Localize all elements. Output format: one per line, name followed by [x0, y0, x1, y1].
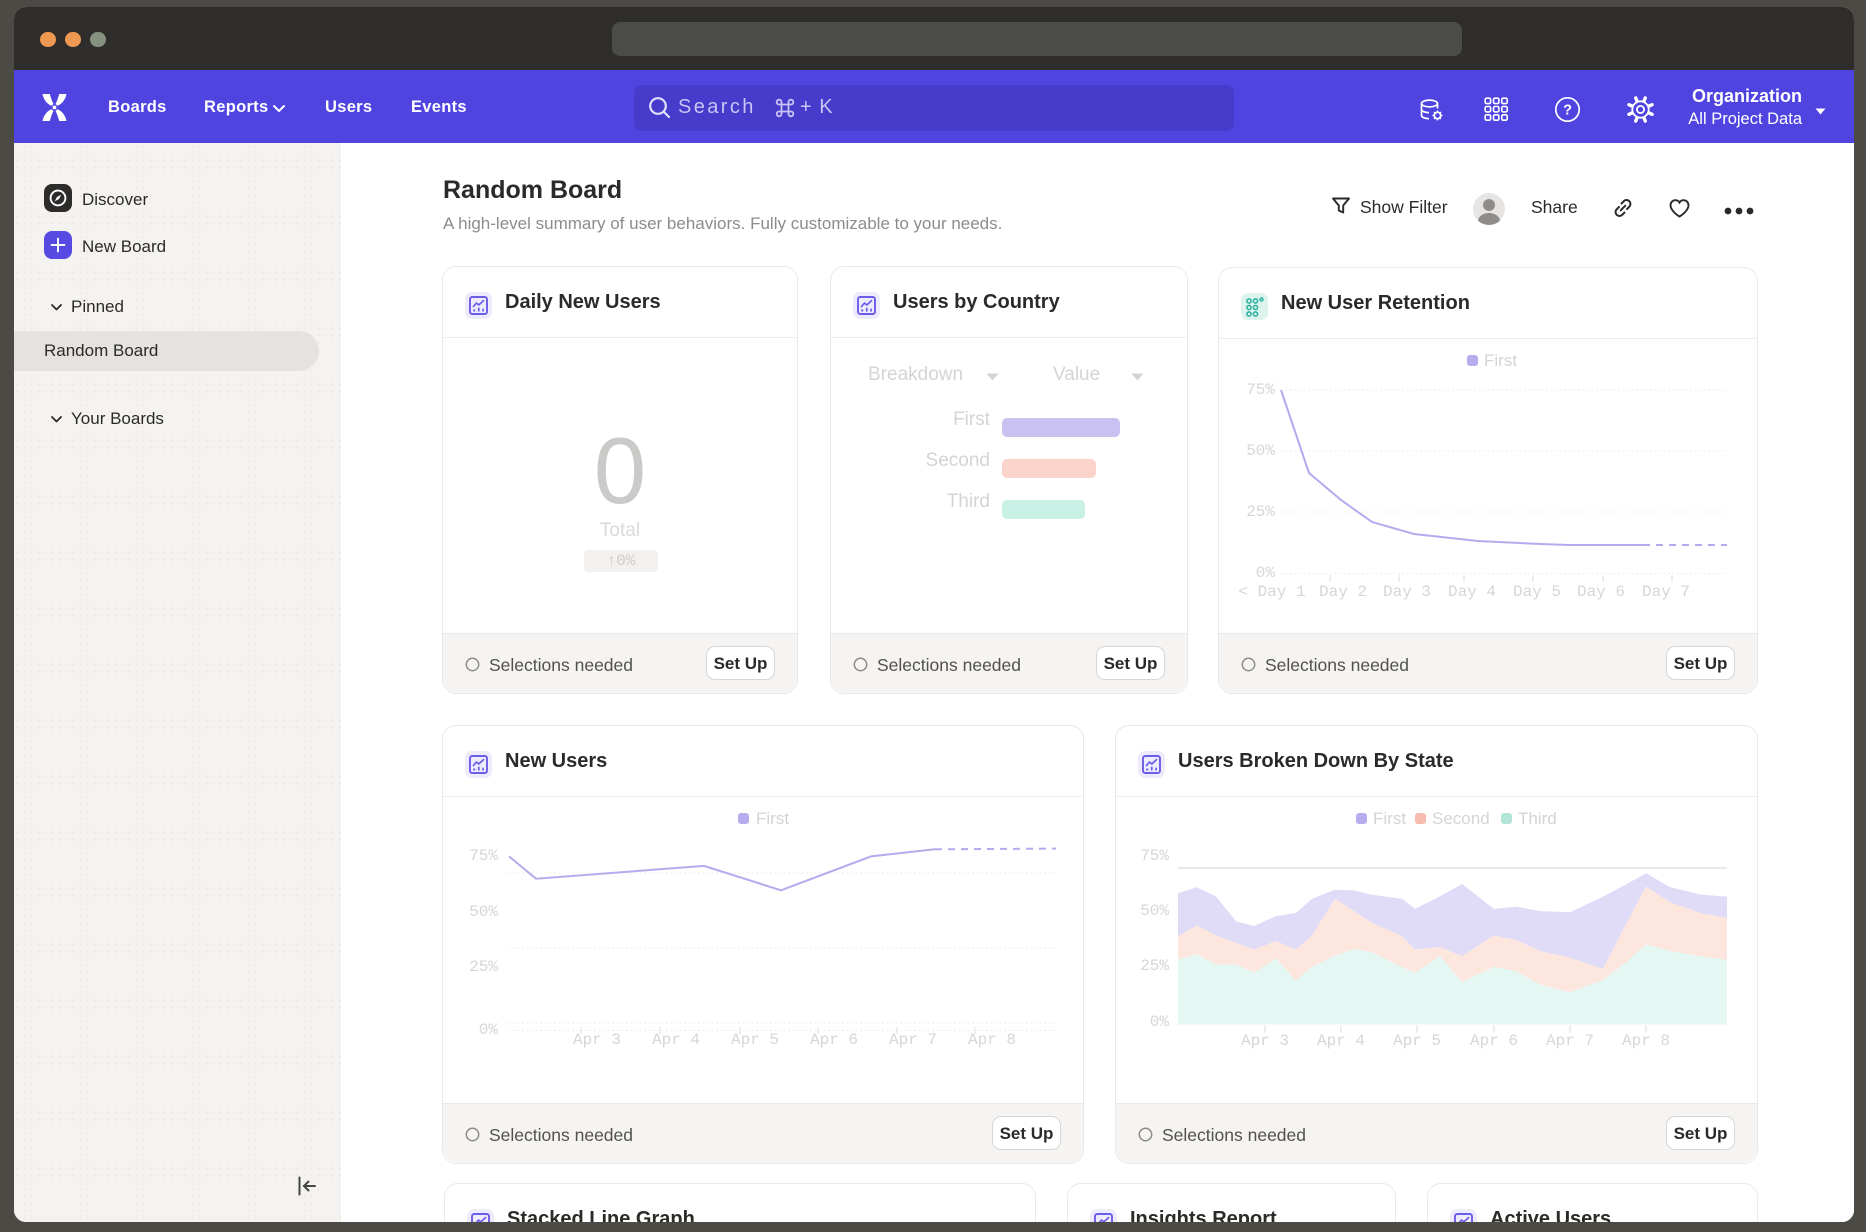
svg-text:?: ? — [1563, 103, 1572, 119]
